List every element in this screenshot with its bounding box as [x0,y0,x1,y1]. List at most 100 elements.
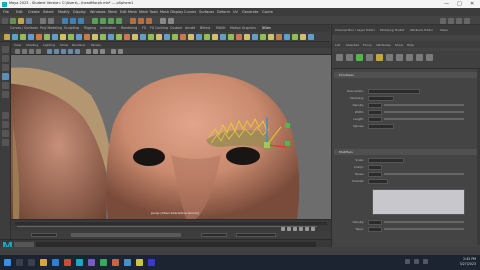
menu-surfaces[interactable]: Surfaces [199,10,214,14]
ae-menu-focus[interactable]: Focus [363,43,372,47]
shelf-tool-icon[interactable] [44,34,50,40]
edge-browser-icon[interactable] [52,259,59,266]
shelf-tool-icon[interactable] [300,34,306,40]
shelf-tool-icon[interactable] [148,34,154,40]
length-field[interactable] [368,117,382,122]
side-by-side-layout-icon[interactable] [2,130,9,137]
density-mod-field[interactable] [368,220,382,225]
shelf-tab-fx-caching[interactable]: FX Caching [150,26,168,30]
shelf-tool-icon[interactable] [20,34,26,40]
shelf-tool-icon[interactable] [132,34,138,40]
shelf-tool-icon[interactable] [260,34,266,40]
menu-create[interactable]: Create [28,10,40,14]
wireframe-icon[interactable] [54,48,59,54]
mode-dropdown-icon[interactable] [2,17,8,24]
panel-menu-show[interactable]: Show [60,43,68,47]
ipr-render-icon[interactable] [138,17,144,24]
camera-icon[interactable] [15,48,20,54]
close-button[interactable]: ✕ [470,1,474,7]
panel-menu-renderer[interactable]: Renderer [72,43,86,47]
shelf-tool-icon[interactable] [244,34,250,40]
shelf-tool-icon[interactable] [196,34,202,40]
menu-deform[interactable]: Deform [217,10,230,14]
shelf-tab-rendering[interactable]: Rendering [121,26,137,30]
shelf-tool-icon[interactable] [92,34,98,40]
tab-channel-box[interactable]: Channel Box / Layer Editor [335,28,375,32]
camera-attributes-icon[interactable] [22,48,27,54]
battery-icon[interactable] [423,259,428,264]
shelf-tool-icon[interactable] [124,34,130,40]
range-bar[interactable] [71,233,181,237]
attribute-editor-icon[interactable] [456,17,462,24]
shelf-tool-icon[interactable] [172,34,178,40]
maximize-button[interactable]: □ [457,1,462,7]
description-dropdown[interactable] [368,89,420,94]
panel-menu-shading[interactable]: Shading [26,43,38,47]
menu-mesh-tools[interactable]: Mesh Tools [139,10,158,14]
file-explorer-icon[interactable] [40,259,47,266]
undo-icon[interactable] [40,17,46,24]
noise-field[interactable] [368,172,382,177]
shelf-tool-icon[interactable] [52,34,58,40]
section-modifiers[interactable]: Modifiers [334,149,479,155]
snap-grid-icon[interactable] [92,17,98,24]
paint-select-icon[interactable] [2,64,9,71]
shelf-tab-fx[interactable]: FX [142,26,146,30]
shelf-tool-icon[interactable] [12,34,18,40]
app-taskbar-icon[interactable] [124,259,131,266]
open-scene-icon[interactable] [18,17,24,24]
command-input[interactable] [36,241,316,247]
shelf-tool-icon[interactable] [76,34,82,40]
ae-menu-help[interactable]: Help [407,43,414,47]
xgen-tool-icon[interactable] [396,54,403,61]
width-slider[interactable] [384,111,464,114]
new-scene-icon[interactable] [10,17,16,24]
length-slider[interactable] [384,118,464,121]
xray-icon[interactable] [118,48,123,54]
render-view-icon[interactable] [168,17,174,24]
clump-field[interactable] [368,165,382,170]
shelf-tab-sculpting[interactable]: Sculpting [64,26,79,30]
panel-menu-lighting[interactable]: Lighting [43,43,55,47]
shelf-tool-icon[interactable] [236,34,242,40]
ambient-occlusion-icon[interactable] [93,48,98,54]
shelf-tab-curves[interactable]: Curves / Surfaces [10,26,38,30]
app-taskbar-icon[interactable] [88,259,95,266]
menu-mesh[interactable]: Mesh [108,10,117,14]
ae-menu-show[interactable]: Show [395,43,403,47]
channel-box-icon[interactable] [464,17,470,24]
select-hierarchy-icon[interactable] [62,17,68,24]
grid-icon[interactable] [47,48,52,54]
shelf-tool-icon[interactable] [212,34,218,40]
menu-file[interactable]: File [3,10,9,14]
shelf-tool-icon[interactable] [36,34,42,40]
xgen-tool-icon[interactable] [426,54,433,61]
xgen-tool-icon[interactable] [356,54,363,61]
taper-slider[interactable] [384,228,464,231]
splines-dropdown[interactable] [368,124,394,129]
shelf-tool-icon[interactable] [252,34,258,40]
density-mod-slider[interactable] [384,221,464,224]
lasso-tool-icon[interactable] [2,55,9,62]
select-object-icon[interactable] [70,17,76,24]
xgen-tool-icon[interactable] [336,54,343,61]
shelf-tool-icon[interactable] [292,34,298,40]
snap-surface-icon[interactable] [116,17,122,24]
single-layout-icon[interactable] [2,112,9,119]
tab-modeling-toolkit[interactable]: Modeling Toolkit [380,28,404,32]
panel-menu-panels[interactable]: Panels [91,43,101,47]
menu-edit-mesh[interactable]: Edit Mesh [120,10,137,14]
wifi-icon[interactable] [405,259,410,264]
shelf-tool-icon[interactable] [228,34,234,40]
shelf-tool-icon[interactable] [276,34,282,40]
outliner-layout-icon[interactable] [2,139,9,146]
shelf-tab-custom[interactable]: Custom [170,26,182,30]
ae-menu-list[interactable]: List [335,43,340,47]
xgen-tool-icon[interactable] [386,54,393,61]
start-menu-icon[interactable] [4,259,11,266]
scale-tool-icon[interactable] [2,91,9,98]
shelf-tool-icon[interactable] [28,34,34,40]
ae-menu-attributes[interactable]: Attributes [376,43,391,47]
shelf-tool-icon[interactable] [140,34,146,40]
shelf-tool-icon[interactable] [268,34,274,40]
